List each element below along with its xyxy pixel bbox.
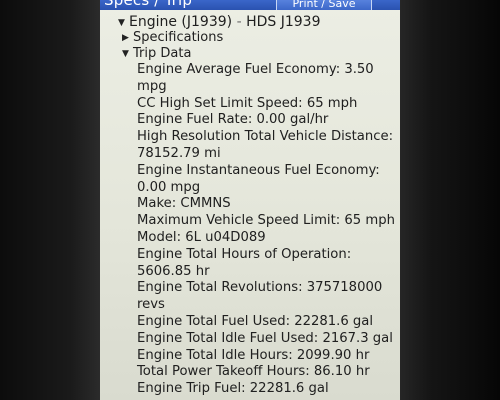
trip-data-line: Engine Total Idle Fuel Used: 2167.3 gal xyxy=(137,330,393,346)
trip-data-line: Engine Total Idle Hours: 2099.90 hr xyxy=(137,347,370,363)
specifications-label: Specifications xyxy=(133,30,224,45)
engine-node-protocol: HDS J1939 xyxy=(246,14,321,30)
engine-node-label: Engine (J1939) xyxy=(129,14,233,30)
tree-node-specifications[interactable]: ▶ Specifications xyxy=(122,30,223,46)
trip-data-line: Maximum Vehicle Speed Limit: 65 mph xyxy=(137,213,395,229)
trip-data-line: Engine Total Fuel Used: 22281.6 gal xyxy=(137,313,374,329)
expand-caret-icon[interactable]: ▼ xyxy=(122,46,133,62)
trip-data-line: Model: 6L u04D089 xyxy=(137,229,266,245)
expand-caret-icon[interactable]: ▼ xyxy=(118,15,129,31)
trip-data-line: Total Power Takeoff Hours: 86.10 hr xyxy=(137,364,370,380)
trip-data-label: Trip Data xyxy=(133,46,192,61)
trip-data-line: Engine Total Hours of Operation: xyxy=(137,246,352,262)
trip-data-line: Make: CMMNS xyxy=(137,196,231,212)
trip-data-line: High Resolution Total Vehicle Distance: xyxy=(137,129,394,145)
tree-node-trip-data[interactable]: ▼ Trip Data xyxy=(122,46,191,62)
trip-data-line: revs xyxy=(137,297,165,313)
trip-data-line: 5606.85 hr xyxy=(137,263,210,279)
trip-data-line: Engine Total Revolutions: 375718000 xyxy=(137,280,383,296)
screen-title: Specs / Trip xyxy=(104,0,193,9)
engine-node-separator: - xyxy=(236,14,242,30)
trip-data-line: mpg xyxy=(137,78,167,94)
tree-node-engine[interactable]: ▼ Engine (J1939) - HDS J1939 xyxy=(118,14,321,31)
device-screen: Specs / Trip Print / Save ▼ Engine (J1939… xyxy=(100,0,400,400)
trip-data-line: Engine Average Fuel Economy: 3.50 xyxy=(137,62,374,77)
device-bezel-left xyxy=(0,0,100,400)
print-save-button[interactable]: Print / Save xyxy=(276,0,372,10)
trip-data-line: 0.00 mpg xyxy=(137,179,201,195)
title-bar: Specs / Trip Print / Save xyxy=(100,0,400,10)
trip-data-line: Engine Trip Fuel: 22281.6 gal xyxy=(137,381,329,397)
trip-data-line: Engine Instantaneous Fuel Economy: xyxy=(137,162,380,178)
trip-data-line: 78152.79 mi xyxy=(137,145,221,161)
trip-data-line: CC High Set Limit Speed: 65 mph xyxy=(137,95,358,111)
device-bezel-right xyxy=(400,0,500,400)
trip-data-line: Engine Fuel Rate: 0.00 gal/hr xyxy=(137,112,329,128)
collapse-caret-icon[interactable]: ▶ xyxy=(122,30,133,46)
trip-data-list: Engine Average Fuel Economy: 3.50 mpg CC… xyxy=(137,62,399,398)
